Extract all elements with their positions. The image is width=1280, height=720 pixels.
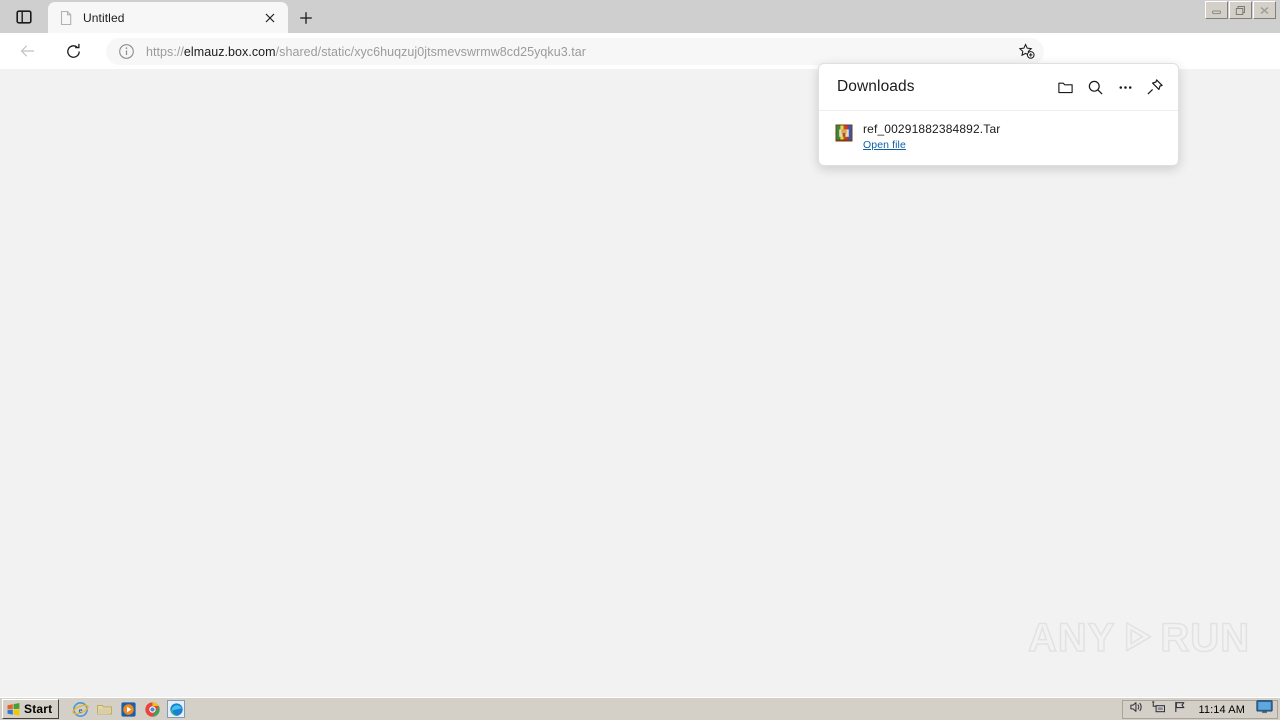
- monitor-icon: [1256, 700, 1273, 714]
- tab-strip: Untitled: [0, 0, 1280, 33]
- reload-icon: [66, 43, 80, 58]
- restore-icon: [1235, 5, 1245, 15]
- tab-title: Untitled: [83, 10, 125, 25]
- close-icon: [265, 13, 275, 22]
- archive-file-icon: [835, 124, 853, 142]
- flag-icon: [1174, 701, 1184, 713]
- tab-actions-button[interactable]: [9, 3, 39, 30]
- page-icon: [60, 10, 72, 25]
- taskbar: Start e 11:14 AM: [0, 697, 1280, 720]
- svg-text:e: e: [78, 704, 82, 714]
- url-host: elmauz.box.com: [183, 44, 276, 59]
- speaker-icon: [1129, 702, 1142, 712]
- folder-icon: [1057, 82, 1073, 93]
- taskbar-item-windows-explorer[interactable]: [95, 700, 113, 718]
- downloads-flyout-header: Downloads: [819, 64, 1178, 111]
- tab-close-button[interactable]: [260, 8, 280, 28]
- minimize-button[interactable]: [1205, 1, 1228, 19]
- tray-icon-security-alerts[interactable]: [1173, 700, 1188, 719]
- downloads-title: Downloads: [837, 78, 915, 95]
- address-bar[interactable]: https://elmauz.box.com/shared/static/xyc…: [106, 38, 1044, 65]
- close-button[interactable]: [1253, 1, 1276, 19]
- back-button[interactable]: [13, 36, 43, 66]
- media-player-icon: [121, 701, 136, 717]
- taskbar-clock[interactable]: 11:14 AM: [1199, 704, 1245, 716]
- pin-downloads-button[interactable]: [1140, 72, 1170, 102]
- downloads-more-options-button[interactable]: [1110, 72, 1140, 102]
- edge-icon: [170, 702, 183, 716]
- quick-launch-bar: e: [71, 700, 186, 718]
- system-tray: 11:14 AM: [1121, 700, 1278, 719]
- browser-window: Untitled https://elmauz.box.com/shared/s…: [0, 0, 1280, 720]
- new-tab-button[interactable]: [292, 4, 320, 31]
- browser-tab[interactable]: Untitled: [48, 2, 288, 33]
- show-desktop-button[interactable]: [1256, 700, 1273, 719]
- download-item-meta: ref_00291882384892.Tar Open file: [863, 122, 1000, 152]
- close-icon: [1260, 6, 1269, 14]
- back-arrow-icon: [20, 45, 34, 57]
- tray-icon-volume[interactable]: [1129, 700, 1144, 719]
- window-caption-buttons: [1205, 1, 1276, 19]
- start-button[interactable]: Start: [2, 699, 60, 719]
- restore-button[interactable]: [1229, 1, 1252, 19]
- download-item[interactable]: ref_00291882384892.Tar Open file: [819, 111, 1178, 152]
- search-icon: [1088, 80, 1103, 95]
- taskbar-item-microsoft-edge[interactable]: [167, 700, 186, 718]
- download-filename: ref_00291882384892.Tar: [863, 122, 1001, 136]
- downloads-flyout: Downloads ref_00291882384892.Tar Open fi…: [818, 63, 1179, 166]
- search-downloads-button[interactable]: [1080, 72, 1110, 102]
- url-path: /shared/static/xyc6huqzuj0jtsmevswrmw8cd…: [275, 44, 586, 59]
- folder-icon: [96, 704, 112, 714]
- start-label: Start: [24, 702, 53, 716]
- ellipsis-icon: [1119, 85, 1131, 89]
- open-downloads-folder-button[interactable]: [1050, 72, 1080, 102]
- windows-flag-icon: [7, 702, 20, 716]
- star-plus-icon: [1018, 43, 1035, 59]
- info-icon[interactable]: [118, 43, 135, 60]
- open-file-link[interactable]: Open file: [863, 139, 1000, 152]
- chrome-icon: [145, 701, 160, 717]
- taskbar-item-internet-explorer[interactable]: e: [71, 700, 89, 718]
- address-bar-text: https://elmauz.box.com/shared/static/xyc…: [146, 45, 1014, 59]
- network-icon: [1151, 701, 1165, 713]
- tray-icon-network[interactable]: [1151, 700, 1166, 719]
- tab-actions-icon: [16, 9, 32, 24]
- taskbar-item-google-chrome[interactable]: [143, 700, 161, 718]
- url-scheme: https://: [146, 44, 184, 59]
- ie-icon: e: [72, 701, 89, 717]
- minimize-icon: [1212, 10, 1221, 14]
- pin-icon: [1147, 79, 1163, 95]
- taskbar-item-windows-media-player[interactable]: [119, 700, 137, 718]
- plus-icon: [300, 11, 312, 24]
- add-favorite-button[interactable]: [1014, 40, 1038, 64]
- reload-button[interactable]: [58, 36, 88, 66]
